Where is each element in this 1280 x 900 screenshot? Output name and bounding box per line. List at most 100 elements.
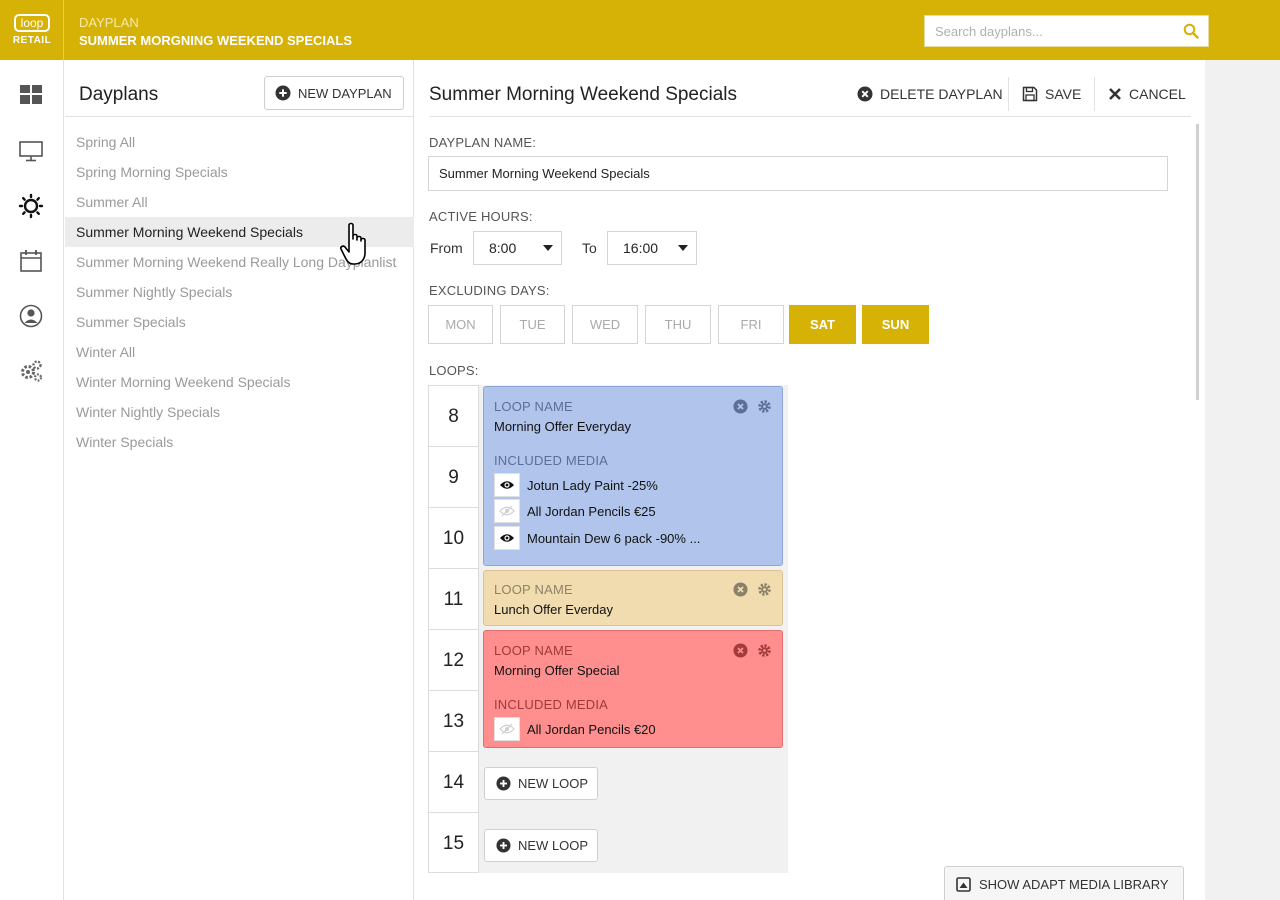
eye-icon [500,481,514,489]
day-toggle-fri[interactable]: FRI [718,305,784,344]
media-item: All Jordan Pencils €20 [494,717,656,741]
detail-title: Summer Morning Weekend Specials [429,84,738,105]
save-button[interactable]: SAVE [1022,86,1081,102]
hour-label: 11 [429,569,478,630]
eye-icon [500,534,514,542]
hour-label: 14 [429,752,478,813]
new-loop-button[interactable]: NEW LOOP [484,829,598,862]
dayplan-list-item[interactable]: Spring Morning Specials [65,157,414,187]
hour-label: 13 [429,691,478,752]
scrollbar[interactable] [1196,124,1199,400]
dayplan-detail-panel: Summer Morning Weekend Specials DELETE D… [415,60,1205,900]
dayplan-list-item[interactable]: Summer All [65,187,414,217]
dayplan-list-item[interactable]: Spring All [65,127,414,157]
logo[interactable]: loop RETAIL [0,0,64,60]
loop-card[interactable]: LOOP NAME Lunch Offer Everday [483,570,783,626]
divider [65,116,414,117]
dayplan-list-item[interactable]: Summer Specials [65,307,414,337]
loop-timeline: 8 9 10 11 12 13 14 15 LOOP NAME Morning … [428,385,788,873]
gear-icon[interactable] [757,582,772,597]
close-icon [1109,88,1121,100]
day-toggle-mon[interactable]: MON [428,305,493,344]
loop-card[interactable]: LOOP NAME Morning Offer Everyday INCLUDE… [483,386,783,566]
new-loop-label: NEW LOOP [518,776,589,791]
save-icon [1022,86,1038,102]
visibility-toggle[interactable] [494,717,520,741]
media-item: All Jordan Pencils €25 [494,499,656,523]
new-dayplan-button[interactable]: NEW DAYPLAN [264,76,404,110]
remove-loop-icon[interactable] [733,582,748,597]
show-media-library-button[interactable]: SHOW ADAPT MEDIA LIBRARY [944,866,1184,900]
day-toggle-sat[interactable]: SAT [789,305,856,344]
to-label: To [582,240,597,256]
loop-name-label: LOOP NAME [494,399,573,414]
to-time-select[interactable]: 16:00 [607,231,697,265]
loop-name: Morning Offer Special [494,663,620,678]
divider [429,116,1191,117]
from-label: From [430,240,463,256]
right-gutter [1205,60,1280,900]
divider [1094,77,1095,111]
plus-circle-icon [496,838,511,853]
media-name: All Jordan Pencils €25 [527,503,656,519]
new-loop-button[interactable]: NEW LOOP [484,767,598,800]
from-time-value: 8:00 [489,240,517,256]
visibility-toggle[interactable] [494,473,520,497]
dayplan-list-item[interactable]: Winter Nightly Specials [65,397,414,427]
gear-icon[interactable] [757,399,772,414]
gears-icon[interactable] [18,358,44,384]
new-dayplan-label: NEW DAYPLAN [298,85,392,101]
page-header-title: SUMMER MORGNING WEEKEND SPECIALS [79,33,353,48]
hour-label: 15 [442,833,465,854]
loop-card[interactable]: LOOP NAME Morning Offer Special INCLUDED… [483,630,783,748]
dayplan-list-item[interactable]: Summer Nightly Specials [65,277,414,307]
dayplan-list-panel: Dayplans NEW DAYPLAN Spring All Spring M… [65,60,414,900]
search-box [924,15,1209,47]
plus-circle-icon [275,85,291,101]
dashboard-icon[interactable] [18,82,44,108]
user-icon[interactable] [18,303,44,329]
loop-name-label: LOOP NAME [494,582,573,597]
media-name: All Jordan Pencils €20 [527,721,656,737]
cancel-button[interactable]: CANCEL [1108,86,1186,102]
delete-dayplan-button[interactable]: DELETE DAYPLAN [857,86,1003,102]
dayplan-name-input[interactable] [428,156,1168,191]
close-circle-icon [857,86,873,102]
active-hours-label: ACTIVE HOURS: [429,209,533,224]
chevron-down-icon [543,245,553,251]
remove-loop-icon[interactable] [733,643,748,658]
search-icon[interactable] [1183,23,1199,39]
monitor-icon[interactable] [18,138,44,164]
hour-label: 8 [429,386,478,447]
day-toggle-sun[interactable]: SUN [862,305,929,344]
divider [1008,77,1009,111]
remove-loop-icon[interactable] [733,399,748,414]
logo-mark: loop [14,14,50,32]
chevron-down-icon [678,245,688,251]
sun-icon[interactable] [18,193,44,219]
logo-subtitle: RETAIL [12,35,52,46]
dayplan-list-item[interactable]: Winter All [65,337,414,367]
calendar-icon[interactable] [18,248,44,274]
media-library-label: SHOW ADAPT MEDIA LIBRARY [979,877,1169,892]
plus-circle-icon [496,776,511,791]
visibility-toggle[interactable] [494,499,520,523]
visibility-toggle[interactable] [494,526,520,550]
gear-icon[interactable] [757,643,772,658]
hour-label: 10 [429,508,478,569]
included-media-label: INCLUDED MEDIA [494,453,609,468]
loop-area: LOOP NAME Morning Offer Everyday INCLUDE… [479,385,788,873]
eye-slash-icon [499,723,515,735]
media-name: Jotun Lady Paint -25% [527,477,658,493]
excluding-days-label: EXCLUDING DAYS: [429,283,550,298]
from-time-select[interactable]: 8:00 [473,231,562,265]
included-media-label: INCLUDED MEDIA [494,697,609,712]
dayplan-list-item[interactable]: Winter Morning Weekend Specials [65,367,414,397]
day-toggle-thu[interactable]: THU [645,305,711,344]
list-title: Dayplans [79,84,159,105]
search-input[interactable] [925,16,1175,46]
dayplan-list-item[interactable]: Winter Specials [65,427,414,457]
day-toggle-wed[interactable]: WED [572,305,638,344]
day-toggle-tue[interactable]: TUE [500,305,565,344]
eye-slash-icon [499,505,515,517]
